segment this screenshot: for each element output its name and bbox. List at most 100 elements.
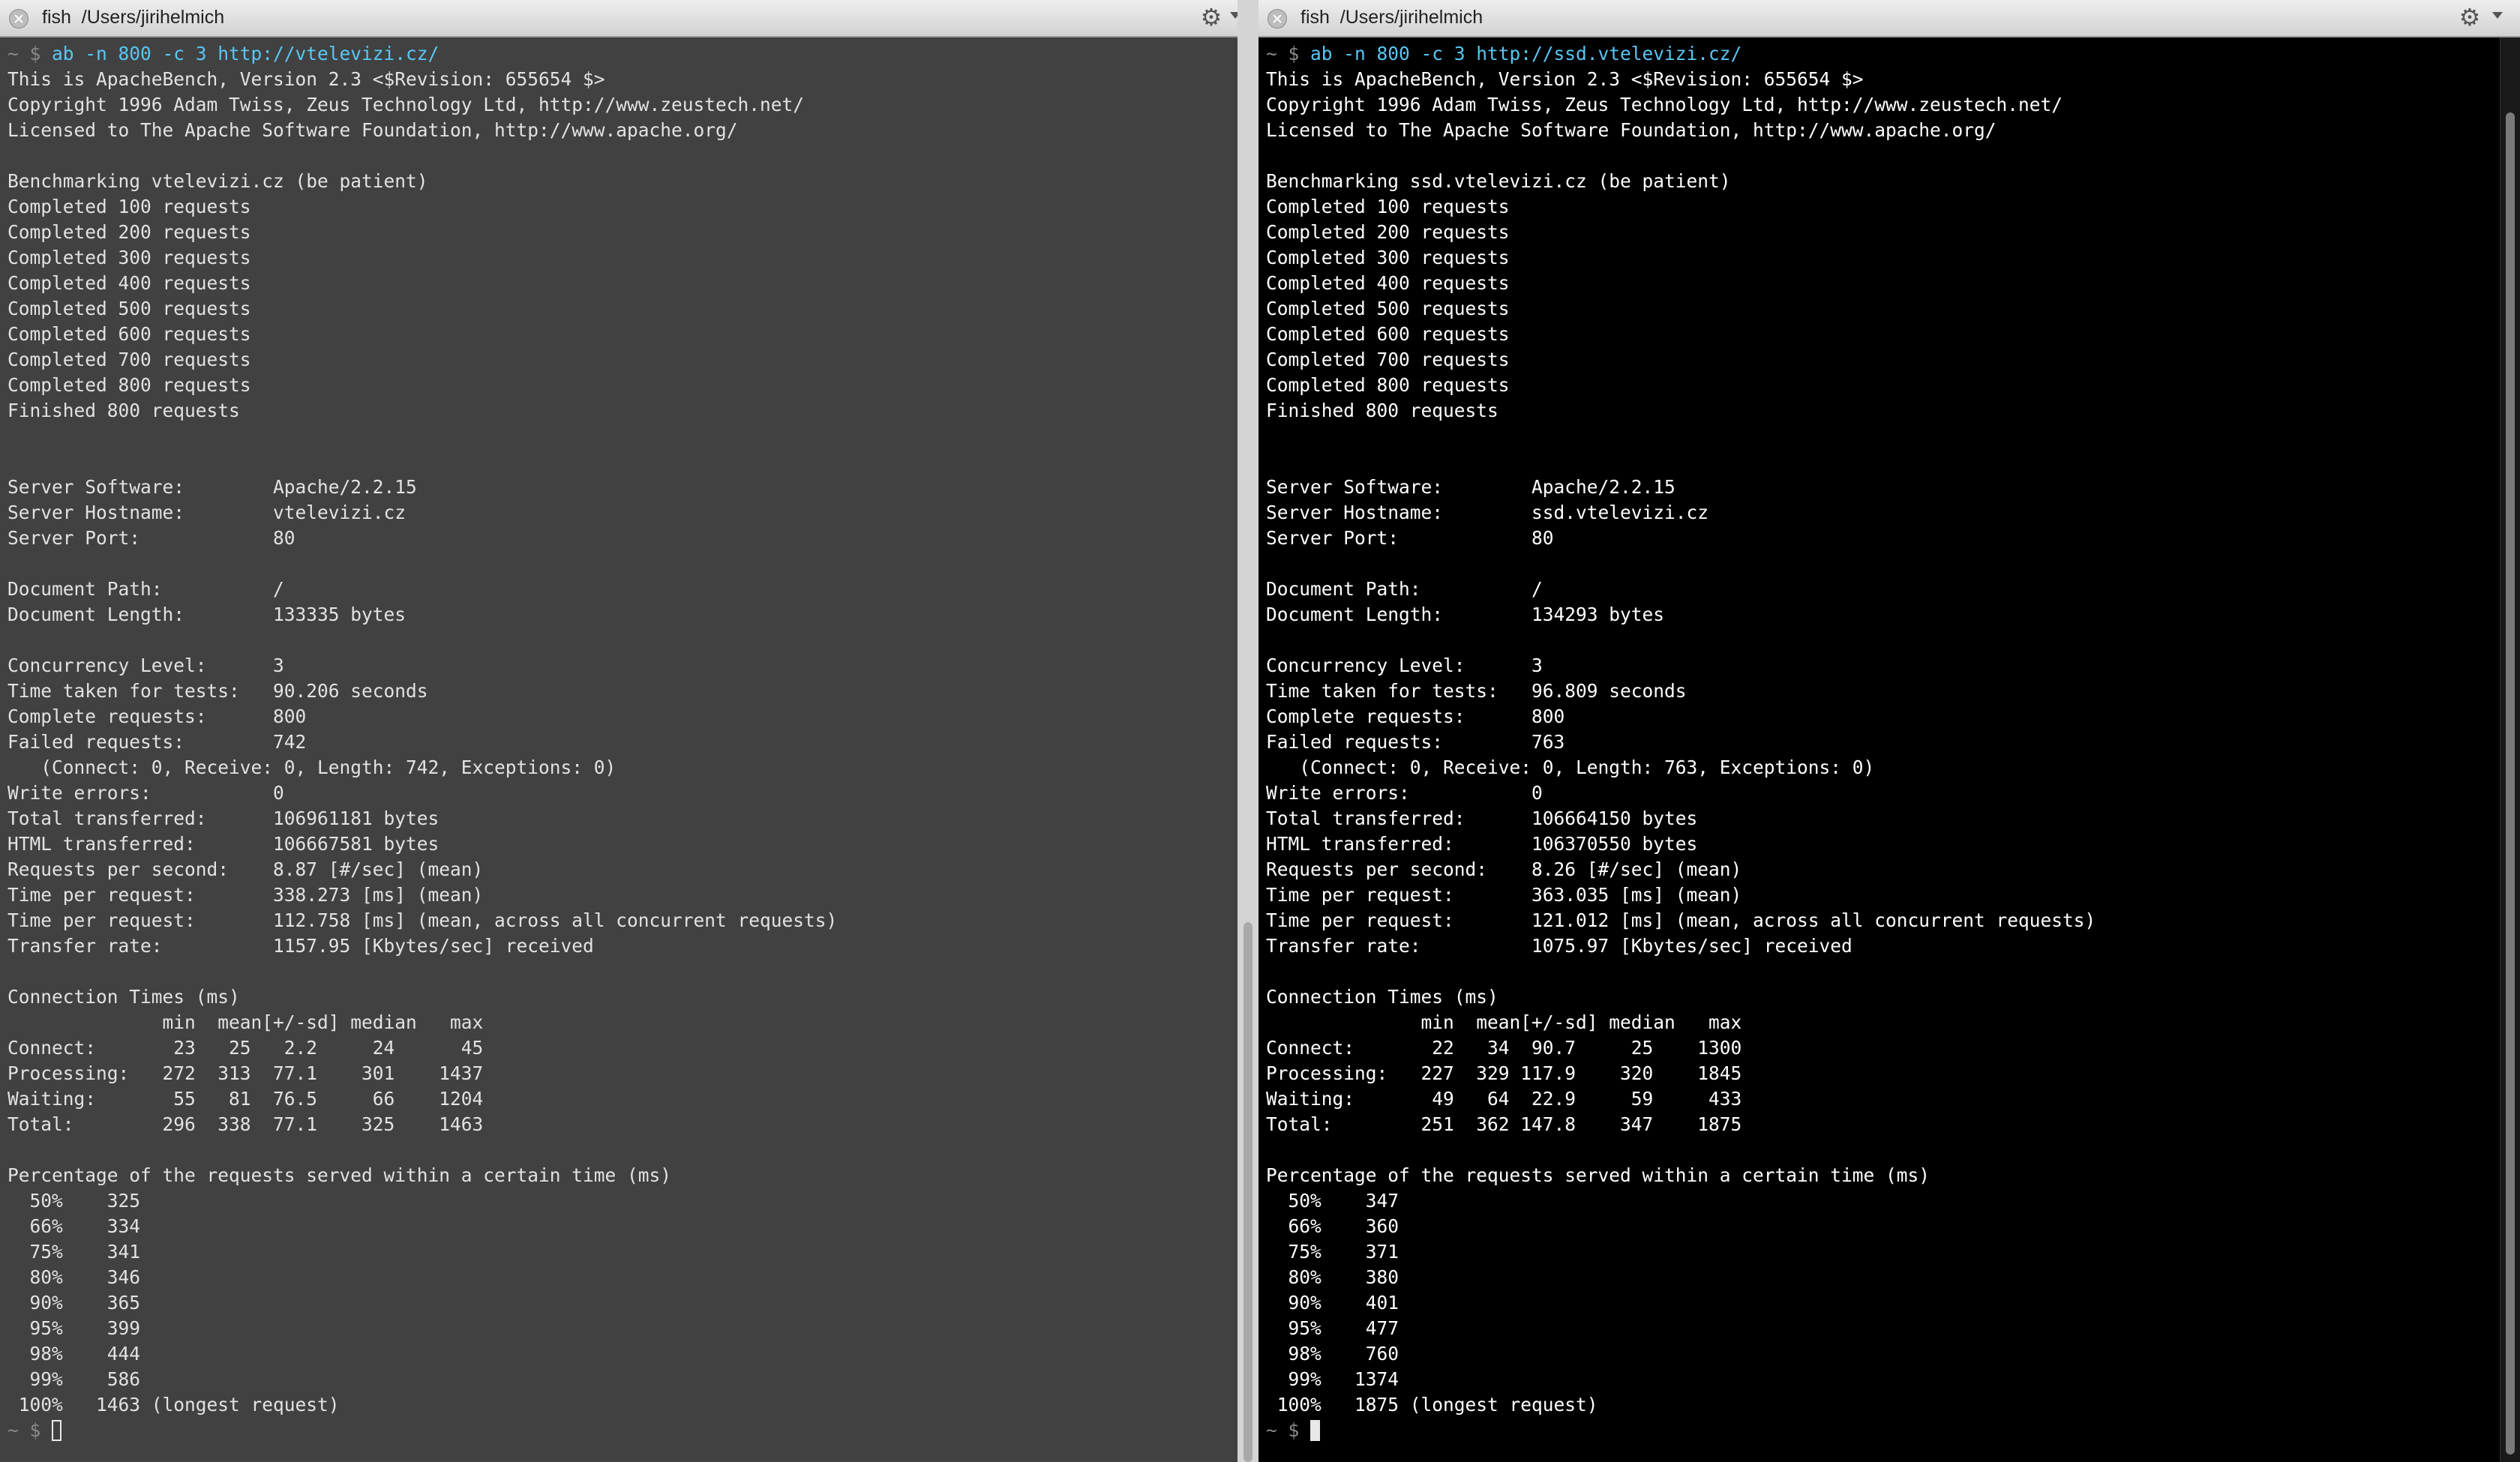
output-line: Complete requests: 800 <box>1266 706 1565 727</box>
output-line: Time per request: 112.758 [ms] (mean, ac… <box>8 909 838 931</box>
output-line: 100% 1463 (longest request) <box>8 1394 340 1416</box>
output-line: 66% 360 <box>1266 1215 1400 1237</box>
terminal-pane-left[interactable]: fish /Users/jirihelmich ⚙ ~ $ ab -n 800 … <box>0 0 1238 1462</box>
output-line: Complete requests: 800 <box>8 706 307 727</box>
tab-title-left[interactable]: fish /Users/jirihelmich <box>42 7 224 28</box>
output-line: Copyright 1996 Adam Twiss, Zeus Technolo… <box>8 94 805 115</box>
output-line: Requests per second: 8.87 [#/sec] (mean) <box>8 858 484 880</box>
divider-scroll-thumb[interactable] <box>1244 922 1252 1462</box>
output-line: Total transferred: 106664150 bytes <box>1266 807 1698 829</box>
prompt-line: ~ $ ab -n 800 -c 3 http://ssd.vtelevizi.… <box>1266 43 1742 64</box>
output-line: Server Hostname: ssd.vtelevizi.cz <box>1266 502 1709 523</box>
output-line: 100% 1875 (longest request) <box>1266 1394 1598 1416</box>
output-line: Document Path: / <box>8 578 284 600</box>
output-line: Connect: 22 34 90.7 25 1300 <box>1266 1037 1742 1059</box>
output-line: 75% 371 <box>1266 1241 1400 1263</box>
scrollbar[interactable] <box>2500 37 2520 1462</box>
output-line: Completed 400 requests <box>1266 272 1510 294</box>
output-line: Server Port: 80 <box>1266 527 1554 549</box>
output-line: Concurrency Level: 3 <box>1266 655 1543 676</box>
output-line: 50% 325 <box>8 1190 141 1212</box>
terminal-window: fish /Users/jirihelmich ⚙ ~ $ ab -n 800 … <box>0 0 2520 1462</box>
gear-icon[interactable]: ⚙ <box>2457 2 2482 32</box>
output-line: 99% 586 <box>8 1368 141 1390</box>
output-line: Write errors: 0 <box>8 782 284 804</box>
output-line: 98% 760 <box>1266 1343 1400 1365</box>
gear-icon[interactable]: ⚙ <box>1198 2 1224 32</box>
output-line: Benchmarking vtelevizi.cz (be patient) <box>8 170 428 192</box>
output-line: Licensed to The Apache Software Foundati… <box>1266 119 1996 141</box>
output-line: Completed 500 requests <box>1266 298 1510 319</box>
output-line: HTML transferred: 106667581 bytes <box>8 833 440 855</box>
output-line: Time per request: 121.012 [ms] (mean, ac… <box>1266 909 2096 931</box>
output-line: 95% 399 <box>8 1317 141 1339</box>
output-line: 95% 477 <box>1266 1317 1400 1339</box>
output-line: Copyright 1996 Adam Twiss, Zeus Technolo… <box>1266 94 2063 115</box>
tab-bar-right: fish /Users/jirihelmich ⚙ <box>1258 0 2520 37</box>
output-line: Total: 251 362 147.8 347 1875 <box>1266 1113 1742 1135</box>
output-line: Document Path: / <box>1266 578 1543 600</box>
output-line: Transfer rate: 1075.97 [Kbytes/sec] rece… <box>1266 935 1852 957</box>
output-line: Finished 800 requests <box>8 400 240 421</box>
output-line: Processing: 227 329 117.9 320 1845 <box>1266 1062 1742 1084</box>
output-line: (Connect: 0, Receive: 0, Length: 763, Ex… <box>1266 756 1875 778</box>
tab-title-right[interactable]: fish /Users/jirihelmich <box>1300 7 1483 28</box>
output-line: Document Length: 133335 bytes <box>8 604 406 625</box>
output-line: Completed 100 requests <box>1266 196 1510 217</box>
chevron-down-icon[interactable] <box>2492 12 2503 19</box>
output-line: 80% 346 <box>8 1266 141 1288</box>
final-prompt-line[interactable]: ~ $ <box>8 1419 62 1441</box>
output-line: Percentage of the requests served within… <box>1266 1164 1930 1186</box>
close-icon[interactable] <box>1268 9 1287 28</box>
output-line: Server Software: Apache/2.2.15 <box>8 476 417 498</box>
output-line: Time per request: 363.035 [ms] (mean) <box>1266 884 1742 906</box>
output-line: 90% 401 <box>1266 1292 1400 1314</box>
output-line: Completed 200 requests <box>1266 221 1510 243</box>
output-line: HTML transferred: 106370550 bytes <box>1266 833 1698 855</box>
cursor <box>1310 1420 1321 1441</box>
output-line: Completed 300 requests <box>1266 247 1510 268</box>
output-line: Connect: 23 25 2.2 24 45 <box>8 1037 484 1059</box>
close-icon[interactable] <box>9 9 28 28</box>
tab-bar-left: fish /Users/jirihelmich ⚙ <box>0 0 1238 37</box>
output-line: 66% 334 <box>8 1215 141 1237</box>
output-line: Benchmarking ssd.vtelevizi.cz (be patien… <box>1266 170 1731 192</box>
output-lines: This is ApacheBench, Version 2.3 <$Revis… <box>8 68 837 1416</box>
cursor <box>52 1420 62 1441</box>
scrollbar-thumb[interactable] <box>2506 112 2515 1455</box>
output-line: Completed 600 requests <box>1266 323 1510 345</box>
output-line: Time per request: 338.273 [ms] (mean) <box>8 884 484 906</box>
output-line: Finished 800 requests <box>1266 400 1498 421</box>
output-line: Server Port: 80 <box>8 527 296 549</box>
output-line: 50% 347 <box>1266 1190 1400 1212</box>
output-line: Concurrency Level: 3 <box>8 655 284 676</box>
output-line: This is ApacheBench, Version 2.3 <$Revis… <box>8 68 605 90</box>
output-lines: This is ApacheBench, Version 2.3 <$Revis… <box>1266 68 2096 1416</box>
output-line: Transfer rate: 1157.95 [Kbytes/sec] rece… <box>8 935 594 957</box>
output-line: Completed 400 requests <box>8 272 251 294</box>
pane-divider[interactable] <box>1238 0 1258 1462</box>
output-line: Processing: 272 313 77.1 301 1437 <box>8 1062 484 1084</box>
output-line: Completed 500 requests <box>8 298 251 319</box>
output-line: Failed requests: 763 <box>1266 731 1565 753</box>
output-line: Time taken for tests: 96.809 seconds <box>1266 680 1687 702</box>
output-line: Connection Times (ms) <box>8 986 240 1008</box>
terminal-pane-right[interactable]: fish /Users/jirihelmich ⚙ ~ $ ab -n 800 … <box>1258 0 2520 1462</box>
output-line: Requests per second: 8.26 [#/sec] (mean) <box>1266 858 1742 880</box>
chevron-down-icon[interactable] <box>1230 12 1238 19</box>
output-line: Completed 300 requests <box>8 247 251 268</box>
output-line: 80% 380 <box>1266 1266 1400 1288</box>
output-line: Completed 700 requests <box>8 349 251 370</box>
output-line: Percentage of the requests served within… <box>8 1164 672 1186</box>
prompt: ~ $ <box>1266 43 1311 64</box>
output-line: Completed 800 requests <box>8 374 251 396</box>
terminal-output-left: ~ $ ab -n 800 -c 3 http://vtelevizi.cz/ … <box>8 41 837 1443</box>
prompt: ~ $ <box>8 1419 52 1441</box>
output-line: Completed 100 requests <box>8 196 251 217</box>
output-line: Completed 800 requests <box>1266 374 1510 396</box>
terminal-output-right: ~ $ ab -n 800 -c 3 http://ssd.vtelevizi.… <box>1266 41 2096 1443</box>
output-line: Waiting: 55 81 76.5 66 1204 <box>8 1088 484 1110</box>
final-prompt-line[interactable]: ~ $ <box>1266 1419 1321 1441</box>
prompt: ~ $ <box>8 43 52 64</box>
output-line: Total: 296 338 77.1 325 1463 <box>8 1113 484 1135</box>
